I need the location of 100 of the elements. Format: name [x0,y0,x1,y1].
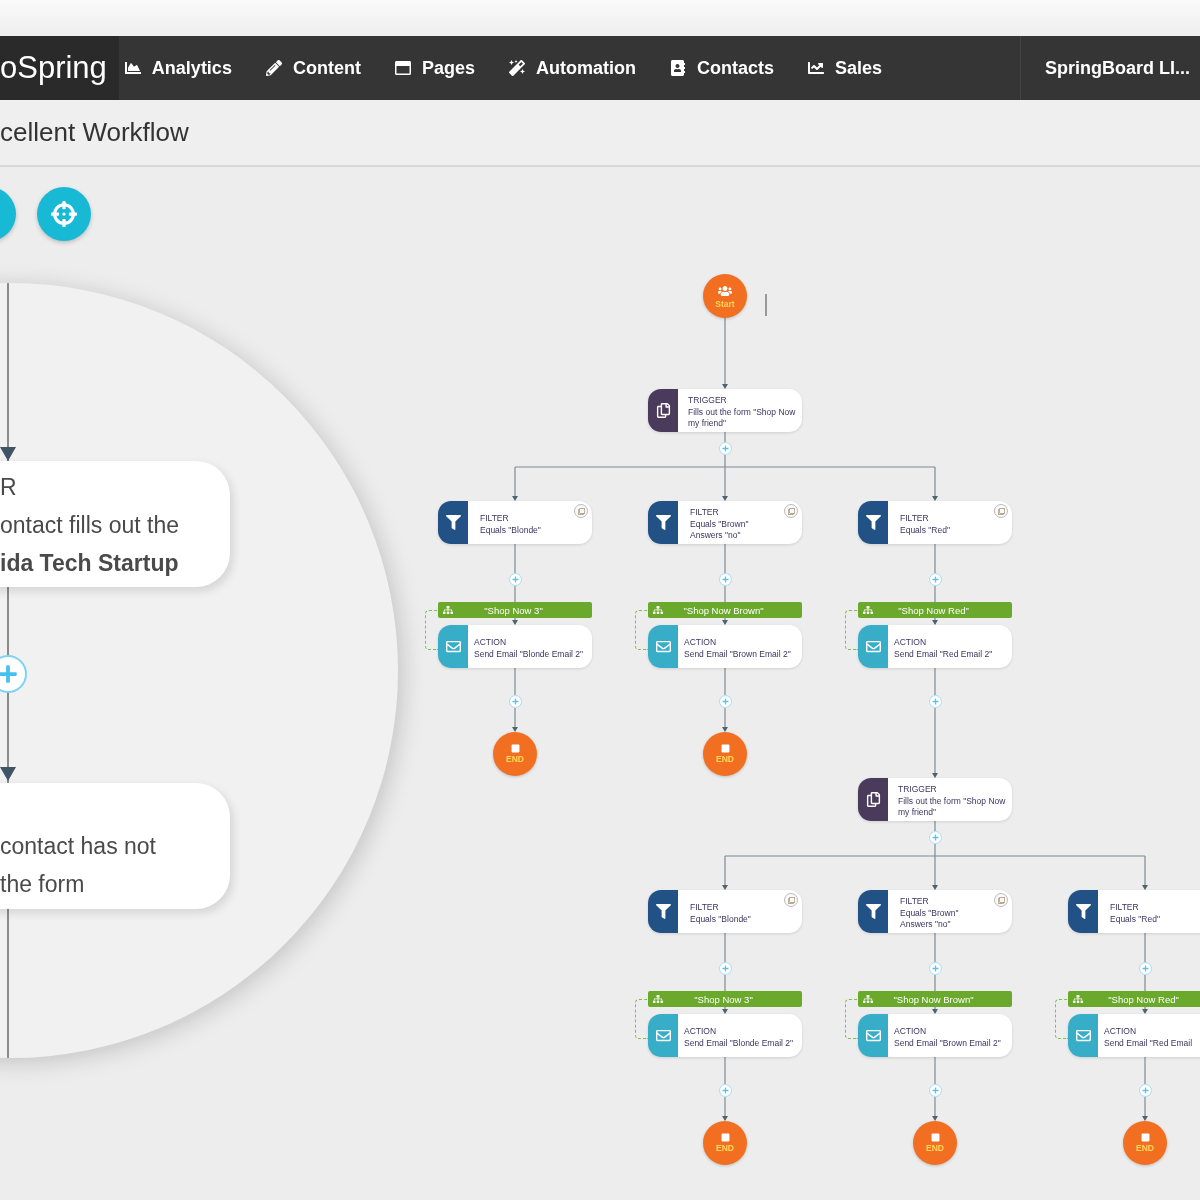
connector-arrow [932,1006,938,1014]
note-icon[interactable] [574,504,588,518]
connector-arrow [722,707,728,732]
action-card[interactable]: ACTION Send Email "Brown Email 2" [648,625,802,668]
action-card[interactable]: ACTION Send Email "Red Email 2" [858,625,1012,668]
add-step-button[interactable] [718,442,732,455]
end-label: END [926,1143,944,1153]
hierarchy-icon [653,994,663,1004]
add-step-button[interactable] [0,655,27,693]
segment-tag-text: "Shop Now Brown" [682,604,765,616]
end-label: END [506,754,524,764]
add-step-button[interactable] [928,962,942,975]
funnel-icon [865,515,881,530]
action-card[interactable]: ACTION Send Email "Brown Email 2" [858,1014,1012,1057]
add-step-button[interactable] [928,831,942,844]
node-type-label: FILTER [900,896,929,908]
nav-link[interactable]: Automation [508,57,636,79]
add-step-button[interactable] [718,573,732,586]
connector-line [934,820,936,832]
nav-item-icon [807,60,824,76]
connector-arrow [932,1096,938,1121]
card-text: R [0,473,18,502]
segment-tag-text: "Shop Now Red" [1107,993,1180,1005]
segment-tag-text: "Shop Now 3" [693,993,754,1005]
nav-link[interactable]: Sales [807,57,882,79]
connector-line [514,543,516,574]
node-type-label: ACTION [474,637,507,649]
add-step-button[interactable] [508,695,522,708]
nav-item-icon [669,60,686,76]
node-detail-text: Equals "Red" [1110,913,1160,925]
node-detail-text: Equals "Brown" [900,907,959,920]
hierarchy-icon [1073,994,1083,1004]
nav-item-icon [265,60,282,76]
connector-arrow [932,617,938,625]
card-text: contact has not [0,832,157,861]
add-step-button[interactable] [928,573,942,586]
add-step-button[interactable] [718,1084,732,1097]
envelope-icon [865,639,881,654]
connector-arrow [932,855,938,890]
envelope-icon [1075,1028,1091,1043]
note-icon[interactable] [784,504,798,518]
connector-line [934,932,936,963]
note-icon[interactable] [994,504,1008,518]
hierarchy-icon [863,605,873,615]
connector-line [1144,932,1146,963]
trigger-card[interactable]: TRIGGER Fills out the form "Shop Now my friend" [858,778,1012,821]
node-type-label: FILTER [690,902,719,914]
add-step-button[interactable] [718,695,732,708]
node-type-label: FILTER [1110,902,1139,914]
funnel-icon [655,515,671,530]
connector-arrow [722,617,728,625]
connector-line [934,1056,936,1085]
nav-link[interactable]: Analytics [124,57,232,79]
node-detail-text: Send Email "Brown Email 2" [894,1037,1001,1049]
end-label: END [716,754,734,764]
end-label: END [1136,1143,1154,1153]
plus-icon [721,576,729,583]
nav-link[interactable]: Contacts [669,57,774,79]
node-type-label: ACTION [684,637,717,649]
add-step-button[interactable] [718,962,732,975]
plus-icon [931,834,939,841]
filter-card[interactable]: FILTER Equals "Blonde" [648,890,802,933]
filter-card[interactable]: FILTER Equals "Blonde" [438,501,592,544]
filter-card[interactable]: FILTER Equals "Brown" Answers "no" [858,890,1012,933]
nav-link-text: Sales [834,57,882,79]
note-icon[interactable] [994,893,1008,907]
account-name: SpringBoard LI... [1045,57,1190,79]
action-card[interactable]: ACTION Send Email "Blonde Email 2" [438,625,592,668]
trigger-card[interactable]: TRIGGER Fills out the form "Shop Now my friend" [648,389,802,432]
plus-icon [931,965,939,972]
add-step-button[interactable] [1138,962,1152,975]
node-detail-text: Answers "no" [690,530,741,542]
nav-link[interactable]: Content [265,57,361,79]
add-step-button[interactable] [928,695,942,708]
connector-arrow [512,466,518,501]
connector-arrow [722,317,728,389]
plus-icon [1141,965,1149,972]
filter-card[interactable]: FILTER Equals "Red" [1068,890,1200,933]
nav-link-text: Contacts [696,57,774,79]
connector-line [724,974,726,992]
node-detail-text: Equals "Brown" [690,518,749,531]
logo-text[interactable]: oSpring [0,36,119,100]
add-step-button[interactable] [1138,1084,1152,1097]
nav-link-text: Pages [421,57,475,79]
note-icon[interactable] [784,893,798,907]
node-detail-text: Send Email "Brown Email 2" [684,648,791,660]
nav-link[interactable]: Pages [394,57,475,79]
add-step-button[interactable] [508,573,522,586]
nav-item-icon [508,60,525,76]
document-icon [655,403,671,418]
action-card[interactable]: ACTION Send Email "Red Email [1068,1014,1200,1057]
add-step-button[interactable] [928,1084,942,1097]
filter-card[interactable]: FILTER Equals "Brown" Answers "no" [648,501,802,544]
center-view-button[interactable] [37,187,91,241]
connector-arrow [512,707,518,732]
connector-arrow [722,1006,728,1014]
node-type-label: FILTER [900,513,929,525]
filter-card[interactable]: FILTER Equals "Red" [858,501,1012,544]
action-card[interactable]: ACTION Send Email "Blonde Email 2" [648,1014,802,1057]
segment-tag-text: "Shop Now Red" [897,604,970,616]
